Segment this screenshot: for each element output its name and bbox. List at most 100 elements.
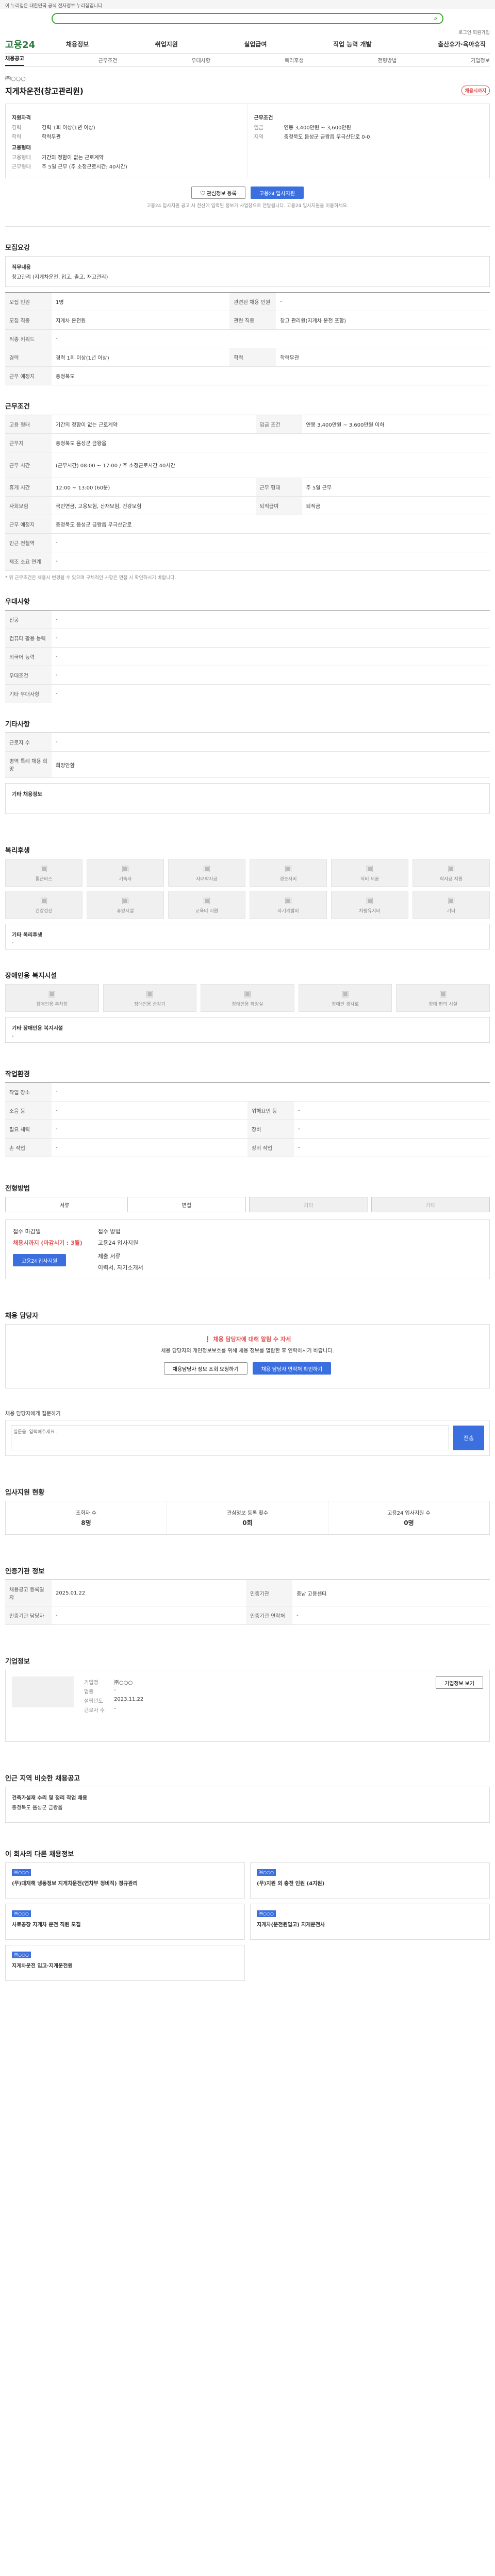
- apply-deadline: 접수 마감일 채용시까지 (마감시기 : 3월) 고용24 입사지원: [13, 1227, 82, 1272]
- summary-heading: 근무조건: [254, 115, 273, 121]
- info-table: 채용공고 등록일자 2025.01.22 인증기관 충남 고용센터 인증기관 담당자 -…: [5, 1580, 490, 1625]
- apply-button[interactable]: 고용24 입사지원: [250, 187, 304, 199]
- table-row: 경력 경력 1회 이상(1년 이상) 학력 학력무관: [5, 348, 490, 367]
- welfare-item: ▣ 건강검진: [5, 891, 82, 919]
- bus-icon: ▣: [40, 863, 48, 873]
- book-icon: ▣: [203, 863, 211, 873]
- welfare-icons: ▣ 통근버스 ▣ 기숙사 ▣ 자녀학자금 ▣ 경조사비 ▣ 식비 제공 ▣ 학자금 지원 ▣…: [5, 859, 490, 919]
- view-contact-button[interactable]: 채용 담당자 연락처 확인하기: [252, 1362, 332, 1375]
- summary-row: 고용형태 기간의 정함이 없는 근로계약: [12, 155, 104, 161]
- cond-footnote: * 위 근무조건은 채용시 변경될 수 있으며 구체적인 사항은 면접 시 확인…: [5, 575, 176, 581]
- section-title-env: 작업환경: [5, 1071, 30, 1078]
- search-icon[interactable]: ⌕: [434, 15, 437, 22]
- tab[interactable]: 근무조건: [98, 56, 118, 64]
- apply-notice: 고용24 입사지원 공고 시 전산에 입력된 정보가 사업장으로 전달됩니다. …: [146, 204, 349, 209]
- section-title-similar: 인근 지역 비슷한 채용공고: [5, 1775, 80, 1783]
- welfare-item: ▣ 자녀학자금: [168, 859, 245, 887]
- table-row: 필요 체력 - 장비 -: [5, 1120, 490, 1139]
- table-row: 근로자 수-: [5, 733, 490, 752]
- global-nav: 고용24 채용정보 취업지원 실업급여 직업 능력 개발 출산휴가·육아휴직: [5, 35, 490, 54]
- welfare-item: ▣ 자기계발비: [250, 891, 327, 919]
- similar-card[interactable]: 건축가설재 수리 및 정리 작업 채용 충청북도 음성군 금왕읍: [5, 1787, 490, 1823]
- elevator-icon: ▣: [145, 989, 154, 998]
- other-job-card[interactable]: ㈜○○○ 사료공장 지게차 운전 직원 모집: [5, 1904, 245, 1940]
- disabled-item: ▣ 장애인용 승강기: [103, 984, 197, 1012]
- company-row: 기업명 ㈜○○○: [84, 1680, 133, 1686]
- section-title-method: 전형방법: [5, 1185, 30, 1193]
- request-contact-button[interactable]: 채용담당자 정보 조회 요청하기: [163, 1362, 248, 1375]
- welfare-item: ▣ 경조사비: [250, 859, 327, 887]
- toilet-icon: ▣: [243, 989, 252, 998]
- tab[interactable]: 복리후생: [285, 56, 304, 64]
- section-tabs: 채용공고 근무조건 우대사항 복리후생 전형방법 기업정보: [5, 54, 490, 67]
- other-job-card[interactable]: ㈜○○○ (무)지원 외 충전 인원 (4지원): [250, 1862, 490, 1899]
- summary-row: 임금 연봉 3,400만원 ~ 3,600만원: [254, 125, 351, 131]
- tab[interactable]: 기업정보: [471, 56, 490, 64]
- tab[interactable]: 채용공고: [5, 54, 24, 66]
- table-row: 작업 장소 -: [5, 1082, 490, 1101]
- save-interest-button[interactable]: ♡ 관심정보 등록: [191, 187, 245, 199]
- step: 면접: [127, 1197, 246, 1212]
- table-row: 휴게 시간 12:00 ~ 13:00 (60분) 근무 형태 주 5일 근무: [5, 478, 490, 497]
- disabled-icons: ▣ 장애인용 주차장 ▣ 장애인용 승강기 ▣ 장애인용 화장실 ▣ 장애인 경사로 ▣…: [5, 984, 490, 1012]
- apply-button-2[interactable]: 고용24 입사지원: [13, 1254, 67, 1266]
- growth-icon: ▣: [284, 895, 292, 905]
- gift-icon: ▣: [284, 863, 292, 873]
- other-job-card[interactable]: ㈜○○○ (무)대재해 냉동정보 지게차운전(연차부 정비직) 정규관리: [5, 1862, 245, 1899]
- alert-icon: ❗: [204, 1336, 213, 1343]
- section-title-pref: 우대사항: [5, 598, 30, 606]
- job-summary: 지원자격 경력 경력 1회 이상(1년 이상) 학력 학력무관 고용형태 고용형태 기…: [5, 104, 490, 178]
- gnb-item[interactable]: 직업 능력 개발: [329, 40, 376, 48]
- ramp-icon: ▣: [341, 989, 350, 998]
- welfare-item: ▣ 식비 제공: [331, 859, 408, 887]
- other-job-card[interactable]: ㈜○○○ 지게차운전 입고·지게운전원: [5, 1945, 245, 1981]
- company-info-button[interactable]: 기업정보 보기: [436, 1676, 483, 1689]
- section-title-info: 인증기관 정보: [5, 1568, 45, 1575]
- section-title-contact: 채용 담당자: [5, 1312, 39, 1320]
- gnb-item[interactable]: 출산휴가·육아휴직: [434, 40, 490, 48]
- summary-row: 지역 충청북도 음성군 금왕읍 무극산단로 0-0: [254, 134, 370, 140]
- send-button[interactable]: 전송: [453, 1426, 484, 1450]
- util-links[interactable]: 로그인 회원가입: [0, 28, 495, 36]
- company-logo: [12, 1676, 74, 1707]
- summary-heading: 고용형태: [12, 145, 31, 151]
- gnb-item[interactable]: 취업지원: [151, 40, 182, 48]
- table-row: 직종 키워드 -: [5, 329, 490, 348]
- table-row: 소음 등 - 위해요인 등-: [5, 1101, 490, 1120]
- company-card: 기업명 ㈜○○○ 업종 - 설립년도 2023.11.22 근로자 수- 기업정보 보…: [5, 1670, 490, 1742]
- edu-icon: ▣: [203, 895, 211, 905]
- gnb-item[interactable]: 채용정보: [62, 40, 93, 48]
- tab[interactable]: 우대사항: [191, 56, 210, 64]
- other-job-card[interactable]: ㈜○○○ 지게차(운전원입고) 지게운전사: [250, 1904, 490, 1940]
- table-row: 외국어 능력 -: [5, 647, 490, 666]
- table-row: 모집 직종 지게차 운전원 관련 직종 창고 관리원(지게차 운전 포함): [5, 311, 490, 330]
- disabled-item: ▣ 장애 편의 시설: [396, 984, 490, 1012]
- logo[interactable]: 고용24: [5, 38, 62, 51]
- disabled-etc-card: 기타 장애인용 복지시설 -: [5, 1017, 490, 1043]
- pref-table: 전공 - 컴퓨터 활용 능력 - 외국어 능력 - 우대조건 - 기타 우대사항 -: [5, 610, 490, 703]
- welfare-item: ▣ 차량유지비: [331, 891, 408, 919]
- welfare-etc-card: 기타 복리후생 -: [5, 924, 490, 950]
- table-row: 기타 우대사항 -: [5, 684, 490, 703]
- company-row: 근로자 수-: [84, 1706, 116, 1714]
- table-row: 전공 -: [5, 610, 490, 629]
- job-title: 지게차운전(창고관리원) 채용시까지: [5, 86, 490, 96]
- inquiry-textarea[interactable]: [11, 1426, 449, 1450]
- warning-title: ❗ 채용 담당자에 대해 알림 수 자세: [204, 1336, 291, 1343]
- search-input[interactable]: [58, 15, 434, 22]
- section-title-cond: 근무조건: [5, 403, 30, 411]
- section-title-welfare: 복리후생: [5, 847, 30, 855]
- search-box[interactable]: ⌕: [52, 13, 443, 24]
- table-row: 컴퓨터 활용 능력 -: [5, 629, 490, 648]
- action-buttons: ♡ 관심정보 등록 고용24 입사지원: [5, 187, 490, 199]
- section-title-etc: 기타사항: [5, 721, 30, 728]
- table-row: 근무지 충청북도 음성군 금왕읍: [5, 433, 490, 452]
- resort-icon: ▣: [121, 895, 129, 905]
- house-icon: ▣: [121, 863, 129, 873]
- contact-warning: ❗ 채용 담당자에 대해 알림 수 자세 채용 담당자의 개인정보보호를 위해 …: [5, 1324, 490, 1388]
- table-row: 우대조건 -: [5, 666, 490, 685]
- table-row: 제조 소요 연계 -: [5, 552, 490, 571]
- gnb-item[interactable]: 실업급여: [240, 40, 271, 48]
- tab[interactable]: 전형방법: [378, 56, 397, 64]
- summary-row: 근무형태 주 5일 근무 (주 소정근로시간: 40시간): [12, 164, 127, 170]
